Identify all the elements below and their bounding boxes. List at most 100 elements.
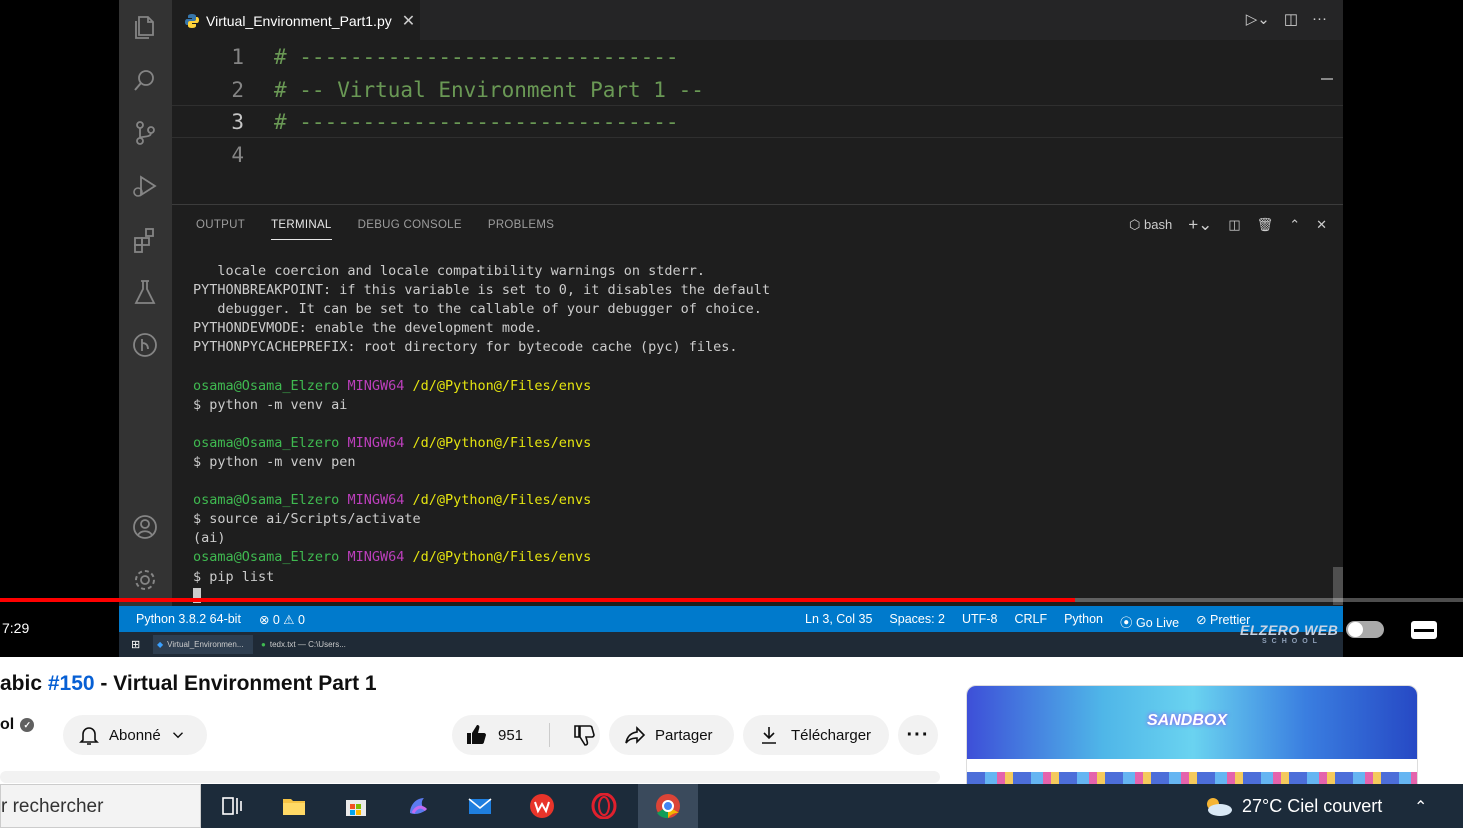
line-number: 4 — [231, 142, 244, 167]
subtitles-icon[interactable]: ▬▬ — [1411, 621, 1437, 639]
tab-output[interactable]: OUTPUT — [196, 219, 245, 240]
editor-actions: ▷⌄ ◫ ··· — [1246, 10, 1327, 28]
maximize-panel-icon[interactable]: ⌃ — [1289, 217, 1300, 233]
inner-task-label: tedx.txt — C:\Users... — [269, 640, 346, 649]
close-icon[interactable]: ✕ — [402, 11, 415, 31]
run-debug-icon[interactable] — [131, 172, 159, 200]
bell-icon — [79, 727, 99, 745]
git-graph-icon[interactable] — [131, 331, 159, 359]
python-file-icon — [185, 13, 199, 28]
channel-name[interactable]: ol ✓ — [0, 716, 35, 734]
code-line: 2 # -- Virtual Environment Part 1 -- — [172, 73, 1343, 106]
video-player[interactable]: Virtual_Environment_Part1.py ✕ ▷⌄ ◫ ··· … — [0, 0, 1463, 657]
trash-icon[interactable]: 🗑 — [1257, 217, 1274, 233]
title-hashtag[interactable]: #150 — [48, 672, 95, 695]
video-progress-bar[interactable] — [0, 598, 1463, 602]
split-terminal-icon[interactable]: ◫ — [1228, 217, 1240, 233]
editor-tab-bar: Virtual_Environment_Part1.py ✕ ▷⌄ ◫ ··· — [172, 0, 1343, 40]
terminal-command: $ pip list — [193, 568, 275, 585]
thumbs-down-icon[interactable] — [572, 723, 596, 747]
file-explorer-icon[interactable] — [281, 793, 307, 819]
channel-label: ol — [0, 716, 15, 733]
minimap-marker — [1321, 78, 1333, 80]
new-terminal-icon[interactable]: +⌄ — [1188, 215, 1212, 235]
terminal-line: PYTHONPYCACHEPREFIX: root directory for … — [193, 339, 738, 356]
ad-logo: SANDBOX — [1147, 712, 1228, 729]
source-control-icon[interactable] — [131, 119, 159, 147]
python-interpreter[interactable]: Python 3.8.2 64-bit — [136, 612, 241, 627]
run-icon[interactable]: ▷⌄ — [1246, 10, 1270, 28]
prompt-user: osama@Osama_Elzero — [193, 434, 340, 451]
inner-task-notepad: ● tedx.txt — C:\Users... — [257, 635, 357, 654]
autoplay-toggle[interactable] — [1346, 621, 1384, 638]
file-encoding[interactable]: UTF-8 — [962, 612, 997, 631]
tab-terminal[interactable]: TERMINAL — [271, 219, 332, 240]
tab-problems[interactable]: PROBLEMS — [488, 219, 554, 240]
inner-task-label: Virtual_Environmen... — [167, 640, 244, 649]
windows-taskbar: r rechercher 27°C Ciel couvert ⌃ — [0, 784, 1463, 828]
prompt-path: /d/@Python@/Files/envs — [412, 434, 592, 451]
code-text: # ------------------------------ — [274, 109, 679, 134]
indentation[interactable]: Spaces: 2 — [889, 612, 945, 631]
system-tray-chevron-icon[interactable]: ⌃ — [1414, 797, 1427, 817]
title-rest: - Virtual Environment Part 1 — [94, 672, 377, 695]
cursor-position[interactable]: Ln 3, Col 35 — [805, 612, 872, 631]
bottom-panel: OUTPUT TERMINAL DEBUG CONSOLE PROBLEMS ⬡… — [172, 204, 1343, 606]
terminal-command: $ source ai/Scripts/activate — [193, 511, 421, 528]
download-label: Télécharger — [791, 726, 872, 744]
code-editor[interactable]: 1 # ------------------------------ 2 # -… — [172, 40, 1343, 204]
terminal-output[interactable]: locale coercion and locale compatibility… — [193, 262, 770, 606]
line-number: 1 — [231, 44, 244, 69]
video-progress-fill — [0, 598, 1076, 602]
terminal-line: PYTHONBREAKPOINT: if this variable is se… — [193, 282, 771, 299]
problems-count[interactable]: ⊗ 0 ⚠ 0 — [259, 612, 305, 627]
language-mode[interactable]: Python — [1064, 612, 1103, 631]
description-box[interactable] — [0, 771, 940, 783]
split-editor-icon[interactable]: ◫ — [1284, 10, 1298, 28]
share-button[interactable]: Partager — [609, 715, 734, 755]
copilot-icon[interactable] — [405, 793, 431, 819]
thumbs-up-icon[interactable] — [464, 723, 488, 747]
download-button[interactable]: Télécharger — [743, 715, 889, 755]
mail-icon[interactable] — [467, 793, 493, 819]
extensions-icon[interactable] — [131, 226, 159, 254]
editor-tab[interactable]: Virtual_Environment_Part1.py ✕ — [172, 0, 420, 40]
explorer-icon[interactable] — [131, 13, 159, 41]
watermark-text: ELZERO WEB — [1240, 622, 1339, 638]
more-actions-button[interactable]: ··· — [898, 715, 938, 755]
status-bar: Python 3.8.2 64-bit ⊗ 0 ⚠ 0 Ln 3, Col 35… — [119, 606, 1343, 632]
prompt-path: /d/@Python@/Files/envs — [412, 492, 592, 509]
vscode-icon: ◆ — [157, 640, 164, 649]
tab-debug-console[interactable]: DEBUG CONSOLE — [358, 219, 462, 240]
terminal-icon: ⬡ — [1129, 217, 1144, 232]
settings-gear-icon[interactable] — [131, 566, 159, 594]
task-view-icon[interactable] — [219, 793, 245, 819]
wps-office-icon[interactable] — [529, 793, 555, 819]
close-panel-icon[interactable]: ✕ — [1316, 217, 1327, 233]
verified-check-icon: ✓ — [20, 718, 35, 732]
screen: Virtual_Environment_Part1.py ✕ ▷⌄ ◫ ··· … — [0, 0, 1463, 828]
weather-widget[interactable]: 27°C Ciel couvert — [1202, 795, 1382, 817]
terminal-command: $ python -m venv pen — [193, 453, 356, 470]
like-count[interactable]: 951 — [498, 727, 523, 744]
line-endings[interactable]: CRLF — [1014, 612, 1047, 631]
terminal-command: $ python -m venv ai — [193, 396, 348, 413]
terminal-line: PYTHONDEVMODE: enable the development mo… — [193, 320, 543, 337]
terminal-line: locale coercion and locale compatibility… — [193, 263, 706, 279]
terminal-shell-selector[interactable]: ⬡ bash — [1129, 217, 1172, 233]
chrome-icon[interactable] — [655, 793, 681, 819]
taskbar-search[interactable]: r rechercher — [0, 784, 201, 828]
activity-bar — [119, 0, 172, 606]
prompt-user: osama@Osama_Elzero — [193, 549, 340, 566]
opera-icon[interactable] — [591, 792, 617, 820]
search-icon[interactable] — [131, 66, 159, 94]
store-icon[interactable] — [343, 793, 369, 819]
go-live-button[interactable]: ⦿ Go Live — [1120, 612, 1179, 631]
account-icon[interactable] — [131, 513, 159, 541]
testing-flask-icon[interactable] — [131, 278, 159, 306]
share-label: Partager — [655, 726, 713, 744]
prompt-system: MINGW64 — [347, 492, 405, 509]
more-actions-icon[interactable]: ··· — [1312, 10, 1327, 28]
subscribe-button[interactable]: Abonné — [63, 715, 207, 755]
sponsored-ad[interactable]: SANDBOX — [966, 685, 1418, 795]
